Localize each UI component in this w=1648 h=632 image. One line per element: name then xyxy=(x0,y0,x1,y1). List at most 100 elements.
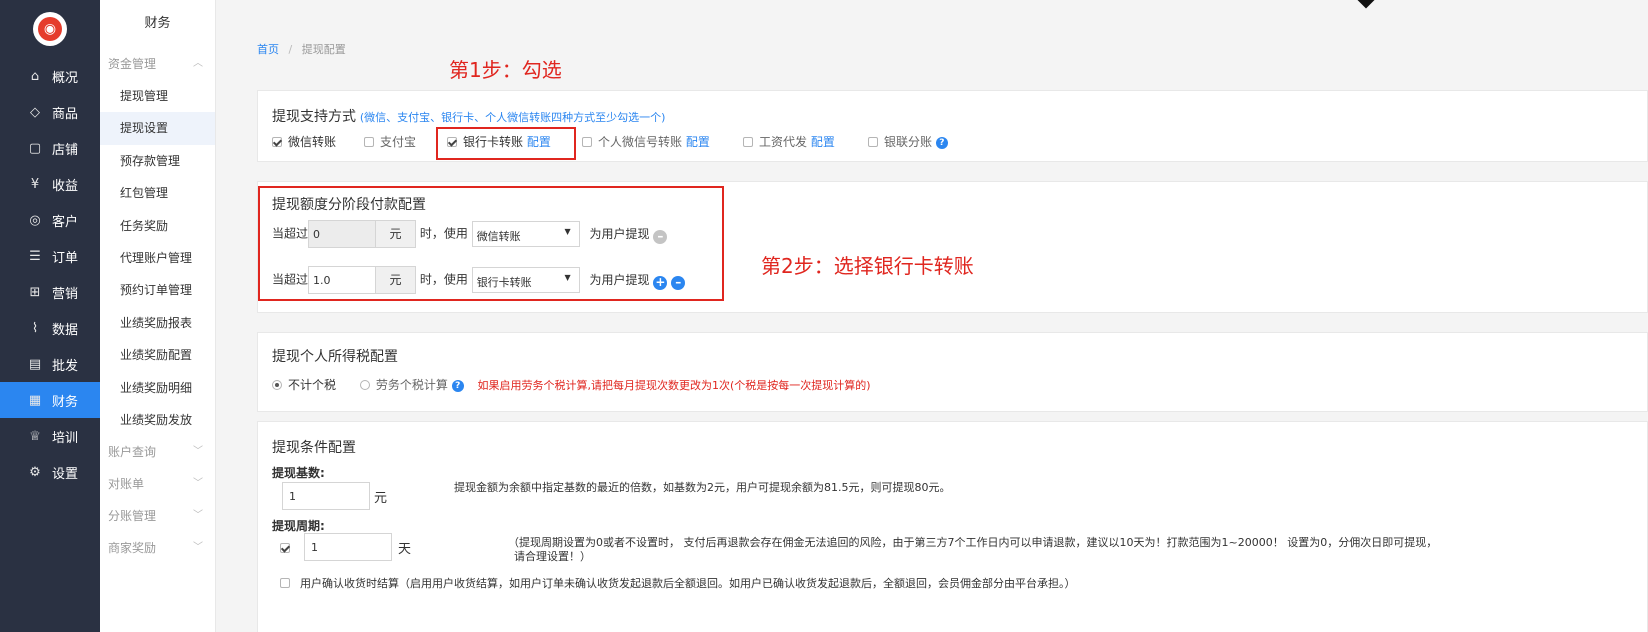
subnav-item[interactable]: 业绩奖励明细 xyxy=(100,372,215,404)
config-link[interactable]: 配置 xyxy=(686,135,710,149)
sidebar-item-data[interactable]: ⌇ 数据 xyxy=(0,310,100,346)
period-input[interactable]: 1 xyxy=(304,533,392,561)
checkbox-icon xyxy=(743,137,753,147)
period-description: （提现周期设置为0或者不设置时， 支付后再退款会存在佣金无法追回的风险，由于第三… xyxy=(508,536,1438,549)
subnav-group[interactable]: 对账单 ﹀ xyxy=(100,468,215,500)
methods-hint: (微信、支付宝、银行卡、个人微信转账四种方式至少勾选一个) xyxy=(359,111,666,124)
confirm-receipt-option[interactable]: 用户确认收货时结算（启用用户收货结算，如用户订单未确认收货发起退款后全额退回。如… xyxy=(280,575,1076,591)
subnav-item[interactable]: 提现管理 xyxy=(100,80,215,112)
method-option[interactable]: 支付宝 xyxy=(364,133,416,150)
period-unit: 天 xyxy=(398,542,412,557)
breadcrumb-home[interactable]: 首页 xyxy=(257,43,279,56)
checkbox-icon xyxy=(582,137,592,147)
settings-icon: ⚙ xyxy=(29,464,41,480)
chevron-down-icon: ﹀ xyxy=(193,446,203,458)
method-option[interactable]: 工资代发 配置 xyxy=(743,133,835,150)
subnav-item[interactable]: 预约订单管理 xyxy=(100,274,215,306)
help-icon[interactable]: ? xyxy=(451,380,464,392)
subnav-title: 财务 xyxy=(144,16,171,31)
sidebar-item-tag[interactable]: ◇ 商品 xyxy=(0,94,100,130)
finance-icon: ▦ xyxy=(28,392,42,408)
sidebar-item-yen[interactable]: ¥ 收益 xyxy=(0,166,100,202)
subnav-group-label: 分账管理 xyxy=(108,509,157,524)
sidebar-item-label: 客户 xyxy=(52,214,79,230)
sidebar-item-customer[interactable]: ◎ 客户 xyxy=(0,202,100,238)
marketing-icon: ⊞ xyxy=(29,284,41,300)
subnav-item[interactable]: 红包管理 xyxy=(100,177,215,209)
subnav-group[interactable]: 账户查询 ﹀ xyxy=(100,436,215,468)
base-input-value: 1 xyxy=(289,490,296,503)
store-icon: ▢ xyxy=(28,140,42,156)
radio-selected-icon xyxy=(272,380,282,390)
conditions-title: 提现条件配置 xyxy=(272,440,356,456)
subnav-item[interactable]: 任务奖励 xyxy=(100,210,215,242)
method-option[interactable]: 微信转账 xyxy=(272,133,336,150)
bank-transfer-highlight xyxy=(436,127,576,160)
subnav-group[interactable]: 分账管理 ﹀ xyxy=(100,500,215,532)
tax-title: 提现个人所得税配置 xyxy=(272,349,398,365)
wholesale-icon: ▤ xyxy=(28,356,42,372)
sidebar-item-settings[interactable]: ⚙ 设置 xyxy=(0,454,100,490)
method-label: 个人微信号转账 xyxy=(598,135,683,149)
sidebar-item-training[interactable]: ♕ 培训 xyxy=(0,418,100,454)
sidebar-item-store[interactable]: ▢ 店铺 xyxy=(0,130,100,166)
method-label: 微信转账 xyxy=(288,135,337,149)
sidebar-item-finance[interactable]: ▦ 财务 xyxy=(0,382,100,418)
sidebar-item-label: 营销 xyxy=(52,286,79,302)
sidebar-item-label: 财务 xyxy=(52,394,79,410)
app-logo[interactable]: ◉ xyxy=(0,0,100,58)
method-label: 工资代发 xyxy=(759,135,808,149)
sidebar-item-wholesale[interactable]: ▤ 批发 xyxy=(0,346,100,382)
subnav-group-label: 商家奖励 xyxy=(108,541,157,556)
tag-icon: ◇ xyxy=(30,104,40,120)
step2-annotation: 第2步：选择银行卡转账 xyxy=(761,254,974,278)
subnav-group-funds[interactable]: 资金管理 ︿ xyxy=(100,48,215,80)
base-input[interactable]: 1 xyxy=(282,482,370,510)
methods-title: 提现支持方式 xyxy=(272,109,356,125)
config-link[interactable]: 配置 xyxy=(811,135,835,149)
period-checkbox[interactable] xyxy=(280,541,296,555)
tax-labor-radio[interactable]: 劳务个税计算 xyxy=(359,378,448,392)
help-icon[interactable]: ? xyxy=(935,137,948,149)
subnav-group[interactable]: 商家奖励 ﹀ xyxy=(100,532,215,564)
period-description-2: 请合理设置！） xyxy=(514,550,591,563)
step1-annotation: 第1步：勾选 xyxy=(449,58,562,82)
sidebar-item-label: 设置 xyxy=(52,466,79,482)
sidebar-item-label: 店铺 xyxy=(52,142,79,158)
base-unit: 元 xyxy=(374,491,388,506)
data-icon: ⌇ xyxy=(31,320,39,336)
logo-icon: ◉ xyxy=(38,17,62,41)
base-label: 提现基数: xyxy=(272,466,325,480)
mouse-cursor xyxy=(1357,0,1375,9)
subnav-item[interactable]: 代理账户管理 xyxy=(100,242,215,274)
chevron-up-icon: ︿ xyxy=(193,58,203,69)
base-description: 提现金额为余额中指定基数的最近的倍数，如基数为2元，用户可提现余额为81.5元，… xyxy=(454,481,951,494)
sidebar-item-order[interactable]: ☰ 订单 xyxy=(0,238,100,274)
subnav-item[interactable]: 提现设置 xyxy=(100,112,215,145)
sidebar-item-home[interactable]: ⌂ 概况 xyxy=(0,58,100,94)
subnav-item[interactable]: 预存款管理 xyxy=(100,145,215,177)
checkbox-checked-icon xyxy=(280,543,290,553)
method-label: 支付宝 xyxy=(380,135,417,149)
subnav-item[interactable]: 业绩奖励报表 xyxy=(100,307,215,339)
breadcrumb-separator: / xyxy=(288,43,293,56)
checkbox-checked-icon xyxy=(272,137,282,147)
subnav-item[interactable]: 业绩奖励配置 xyxy=(100,339,215,371)
method-option[interactable]: 个人微信号转账 配置 xyxy=(582,133,710,150)
chevron-down-icon: ﹀ xyxy=(193,478,203,490)
chevron-down-icon: ﹀ xyxy=(193,542,203,554)
customer-icon: ◎ xyxy=(29,212,41,228)
main-sidebar: ◉ ⌂ 概况 ◇ 商品 ▢ 店铺 ¥ 收益 ◎ 客户 ☰ 订单 ⊞ 营销 ⌇ 数据 ▤ 批发 ▦ 财务 ♕ 培训 ⚙ 设置 xyxy=(0,0,100,632)
method-label: 银联分账 xyxy=(884,135,933,149)
home-icon: ⌂ xyxy=(30,68,40,84)
tax-labor-label: 劳务个税计算 xyxy=(375,378,448,392)
order-icon: ☰ xyxy=(29,248,41,264)
subnav-item[interactable]: 业绩奖励发放 xyxy=(100,404,215,436)
method-option[interactable]: 银联分账 ? xyxy=(868,133,948,150)
tax-none-radio[interactable]: 不计个税 xyxy=(272,378,336,392)
sidebar-item-marketing[interactable]: ⊞ 营销 xyxy=(0,274,100,310)
sub-sidebar: 财务 资金管理 ︿ 提现管理 提现设置 预存款管理 红包管理 任务奖励 代理账户管理 预约订… xyxy=(100,0,216,632)
training-icon: ♕ xyxy=(29,428,41,444)
subnav-group-label: 账户查询 xyxy=(108,445,157,460)
period-label: 提现周期: xyxy=(272,519,325,533)
